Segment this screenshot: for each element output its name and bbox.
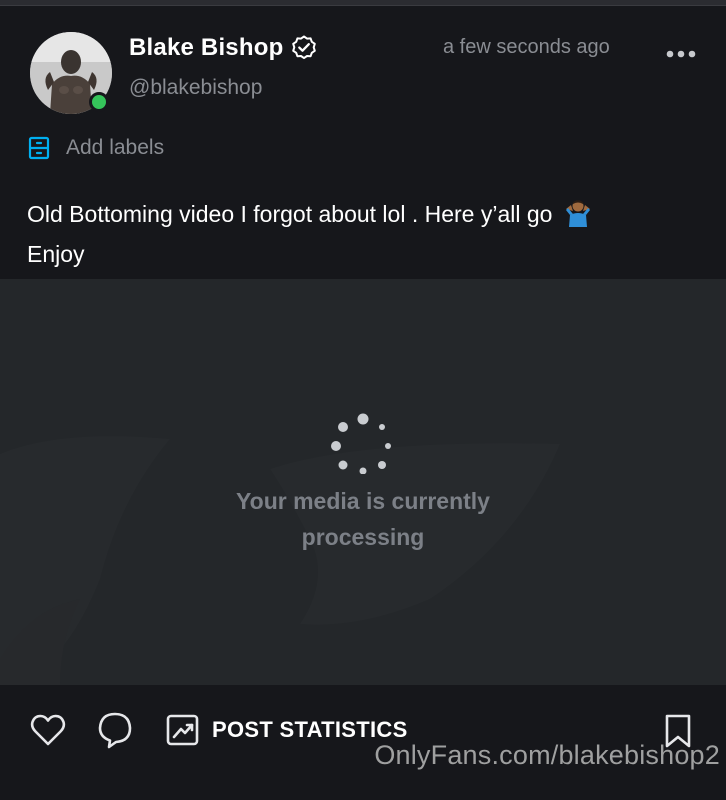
verified-icon [291, 35, 317, 61]
author-display-name[interactable]: Blake Bishop [129, 34, 283, 62]
post-text-line2: Enjoy [27, 241, 85, 267]
processing-line2: processing [301, 524, 425, 550]
heart-icon[interactable] [30, 713, 66, 747]
post-header: Blake Bishop @blakebishop a few seconds … [0, 6, 726, 126]
post-page: Blake Bishop @blakebishop a few seconds … [0, 0, 726, 800]
comment-icon[interactable] [97, 711, 133, 749]
add-labels-label: Add labels [66, 136, 165, 159]
processing-line1: Your media is currently [236, 488, 490, 514]
online-status-dot [89, 92, 109, 112]
add-labels-button[interactable]: Add labels [28, 136, 164, 160]
spinner-icon [331, 413, 391, 474]
more-options-icon[interactable] [665, 46, 697, 58]
post-text: Old Bottoming video I forgot about lol .… [27, 194, 717, 274]
watermark-text: OnlyFans.com/blakebishop2 [374, 740, 720, 770]
author-name-row: Blake Bishop [129, 34, 317, 62]
media-background-logo [0, 436, 560, 685]
processing-message: Your media is currently processing [0, 483, 726, 555]
media-processing-panel: Your media is currently processing [0, 279, 726, 685]
shrug-emoji-icon [563, 197, 593, 227]
author-handle[interactable]: @blakebishop [129, 76, 262, 100]
stats-icon [166, 713, 200, 747]
labels-icon [28, 136, 50, 160]
post-text-line1: Old Bottoming video I forgot about lol .… [27, 201, 553, 227]
post-actions-bar: POST STATISTICS OnlyFans.com/blakebishop… [0, 685, 726, 800]
post-timestamp[interactable]: a few seconds ago [443, 36, 610, 59]
post-statistics-button[interactable]: POST STATISTICS [166, 713, 408, 747]
